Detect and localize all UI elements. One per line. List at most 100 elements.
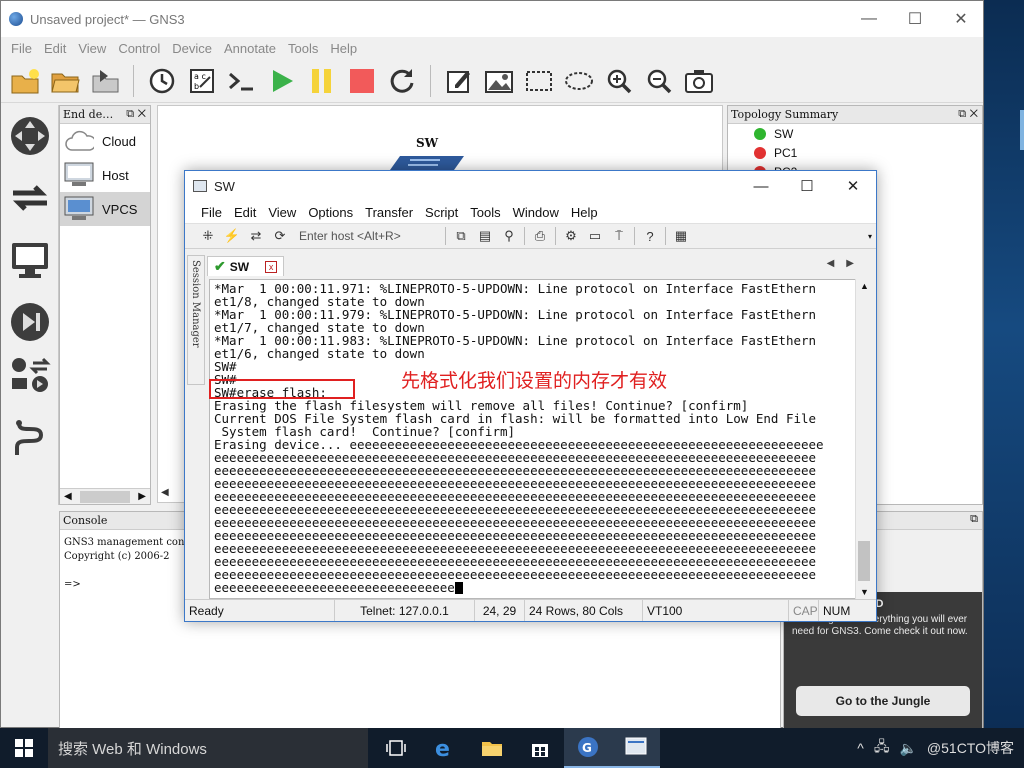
menu-options[interactable]: Options (302, 205, 359, 220)
menu-edit[interactable]: Edit (38, 41, 72, 56)
scroll-thumb[interactable] (79, 490, 131, 503)
disconnect-icon[interactable]: ⟳ (271, 227, 289, 245)
help-icon[interactable]: ? (641, 227, 659, 245)
menu-view[interactable]: View (262, 205, 302, 220)
menu-annotate[interactable]: Annotate (218, 41, 282, 56)
scroll-thumb[interactable] (858, 541, 870, 581)
terminal-output: *Mar 1 00:00:11.971: %LINEPROTO-5-UPDOWN… (214, 282, 824, 594)
add-link-icon[interactable] (9, 417, 51, 459)
menu-view[interactable]: View (72, 41, 112, 56)
menu-window[interactable]: Window (507, 205, 565, 220)
menu-tools[interactable]: Tools (464, 205, 506, 220)
find-icon[interactable]: ⚲ (500, 227, 518, 245)
menu-file[interactable]: File (5, 41, 38, 56)
dock-float-icon[interactable]: ⧉ (970, 513, 978, 526)
file-explorer-icon[interactable] (468, 728, 516, 768)
dock-controls[interactable]: ⧉ ✕ (126, 107, 146, 121)
tray-chevron-icon[interactable]: ^ (857, 740, 864, 756)
store-icon[interactable] (516, 728, 564, 768)
clock-icon[interactable] (146, 65, 178, 97)
draw-rectangle-icon[interactable] (523, 65, 555, 97)
canvas-scroll-left-icon[interactable]: ◀ (157, 487, 187, 503)
menu-help[interactable]: Help (324, 41, 363, 56)
host-input[interactable]: Enter host <Alt+R> (299, 229, 439, 243)
device-cloud[interactable]: Cloud (60, 124, 150, 158)
switches-icon[interactable] (9, 177, 51, 219)
close-button[interactable]: ✕ (938, 1, 984, 37)
maximize-button[interactable]: ☐ (892, 1, 938, 37)
maximize-button[interactable]: ☐ (784, 171, 830, 201)
options-icon[interactable]: ▦ (672, 227, 690, 245)
add-note-icon[interactable] (443, 65, 475, 97)
volume-icon[interactable]: 🔈 (899, 740, 916, 757)
routers-icon[interactable] (9, 115, 51, 157)
print-icon[interactable]: ⎙ (531, 227, 549, 245)
menu-file[interactable]: File (195, 205, 228, 220)
paste-icon[interactable]: ▤ (476, 227, 494, 245)
menu-control[interactable]: Control (112, 41, 166, 56)
scroll-right-icon[interactable]: ▶ (138, 491, 146, 502)
zoom-in-icon[interactable] (603, 65, 635, 97)
settings-icon[interactable]: ⚙ (562, 227, 580, 245)
device-label: Cloud (102, 133, 136, 149)
session-tab-sw[interactable]: ✔ SW x (207, 256, 285, 276)
new-project-icon[interactable] (9, 65, 41, 97)
scroll-down-icon[interactable]: ▼ (860, 587, 869, 597)
dock-controls[interactable]: ⧉ ✕ (958, 107, 978, 121)
tab-scroll-arrows-icon[interactable]: ◀▶ (827, 258, 866, 269)
minimize-button[interactable]: — (738, 171, 784, 201)
open-project-icon[interactable] (49, 65, 81, 97)
menu-edit[interactable]: Edit (228, 205, 262, 220)
terminal-screen[interactable]: *Mar 1 00:00:11.971: %LINEPROTO-5-UPDOWN… (209, 279, 857, 599)
scroll-left-icon[interactable]: ◀ (64, 491, 72, 502)
terminal-scrollbar[interactable]: ▲ ▼ (855, 279, 871, 599)
all-devices-icon[interactable] (9, 355, 51, 397)
end-devices-icon[interactable] (9, 239, 51, 281)
edge-browser-icon[interactable]: e (420, 728, 468, 768)
minimize-button[interactable]: — (846, 1, 892, 37)
menu-help[interactable]: Help (565, 205, 604, 220)
topology-node-row[interactable]: SW (728, 124, 982, 143)
draw-ellipse-icon[interactable] (563, 65, 595, 97)
quick-connect-icon[interactable]: ⚡ (223, 227, 241, 245)
device-host[interactable]: Host (60, 158, 150, 192)
close-button[interactable]: ✕ (830, 171, 876, 201)
annotation-text: 先格式化我们设置的内存才有效 (401, 370, 668, 392)
copy-icon[interactable]: ⧉ (452, 227, 470, 245)
close-tab-icon[interactable]: x (265, 260, 278, 273)
console-connect-icon[interactable]: a cb (186, 65, 218, 97)
connect-icon[interactable]: ⁜ (199, 227, 217, 245)
menu-tools[interactable]: Tools (282, 41, 324, 56)
session-manager-tab[interactable]: Session Manager (187, 255, 205, 385)
insert-image-icon[interactable] (483, 65, 515, 97)
topology-node-row[interactable]: PC1 (728, 143, 982, 162)
toolbar-separator (665, 227, 666, 245)
menu-transfer[interactable]: Transfer (359, 205, 419, 220)
suspend-all-icon[interactable] (306, 65, 338, 97)
keymap-icon[interactable]: ▭ (586, 227, 604, 245)
security-devices-icon[interactable] (9, 301, 51, 343)
zoom-out-icon[interactable] (643, 65, 675, 97)
scroll-up-icon[interactable]: ▲ (860, 281, 869, 291)
sftp-icon[interactable]: ⍑ (610, 227, 628, 245)
toolbar-overflow-icon[interactable]: ▾ (868, 232, 872, 241)
device-vpcs[interactable]: VPCS (60, 192, 150, 226)
start-all-icon[interactable] (266, 65, 298, 97)
reconnect-icon[interactable]: ⇄ (247, 227, 265, 245)
terminal-icon[interactable] (226, 65, 258, 97)
taskbar-search[interactable]: 搜索 Web 和 Windows (48, 728, 368, 768)
start-button[interactable] (0, 728, 48, 768)
stop-all-icon[interactable] (346, 65, 378, 97)
menu-script[interactable]: Script (419, 205, 464, 220)
dock-header: End de… ⧉ ✕ (60, 106, 150, 124)
go-to-jungle-button[interactable]: Go to the Jungle (796, 686, 970, 716)
task-view-icon[interactable] (372, 728, 420, 768)
screenshot-icon[interactable] (683, 65, 715, 97)
network-icon[interactable]: 🖧 (874, 736, 890, 760)
reload-all-icon[interactable] (386, 65, 418, 97)
save-project-icon[interactable] (89, 65, 121, 97)
securecrt-taskbar-icon[interactable] (612, 728, 660, 768)
gns3-taskbar-icon[interactable]: G (564, 728, 612, 768)
menu-device[interactable]: Device (166, 41, 218, 56)
dock-hscrollbar[interactable]: ◀ ▶ (60, 488, 150, 504)
